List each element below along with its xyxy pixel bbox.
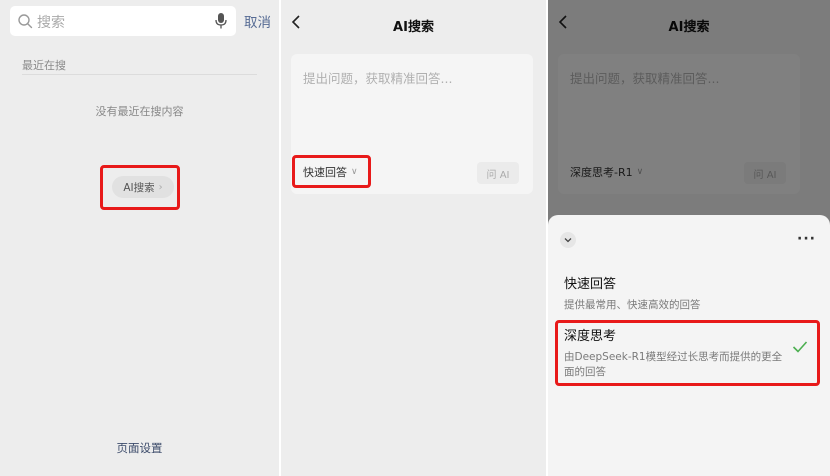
empty-history-text: 没有最近在搜内容 bbox=[95, 105, 184, 118]
page-title: AI搜索 bbox=[393, 20, 434, 35]
search-icon bbox=[18, 14, 33, 29]
microphone-icon[interactable] bbox=[214, 12, 228, 30]
option-fast-answer[interactable]: 快速回答 提供最常用、快速高效的回答 bbox=[564, 273, 701, 313]
search-input[interactable]: 搜索 bbox=[10, 6, 236, 36]
ask-ai-button[interactable]: 问 AI bbox=[477, 162, 519, 184]
question-placeholder: 提出问题，获取精准回答... bbox=[303, 71, 453, 86]
divider bbox=[22, 74, 257, 75]
page-settings-link[interactable]: 页面设置 bbox=[0, 440, 279, 456]
option-desc: 提供最常用、快速高效的回答 bbox=[564, 299, 701, 311]
highlight-box bbox=[555, 320, 820, 386]
chevron-down-icon bbox=[564, 238, 572, 243]
cancel-button[interactable]: 取消 bbox=[244, 11, 271, 31]
recent-searches-label: 最近在搜 bbox=[22, 59, 66, 72]
mode-bottom-sheet: ··· 快速回答 提供最常用、快速高效的回答 深度思考 由DeepSeek-R1… bbox=[548, 215, 830, 476]
search-placeholder: 搜索 bbox=[37, 15, 65, 31]
collapse-button[interactable] bbox=[560, 232, 576, 248]
option-title: 快速回答 bbox=[564, 277, 617, 292]
ai-search-panel: AI搜索 提出问题，获取精准回答... 快速回答 ∨ 问 AI bbox=[281, 0, 546, 476]
highlight-box bbox=[292, 155, 371, 188]
more-options-icon[interactable]: ··· bbox=[797, 231, 816, 247]
search-panel: 搜索 取消 最近在搜 没有最近在搜内容 AI搜索 › 页面设置 bbox=[0, 0, 279, 476]
mode-picker-panel: AI搜索 提出问题，获取精准回答... 深度思考-R1 ∨ 问 AI ··· 快… bbox=[548, 0, 830, 476]
highlight-box bbox=[100, 165, 180, 210]
